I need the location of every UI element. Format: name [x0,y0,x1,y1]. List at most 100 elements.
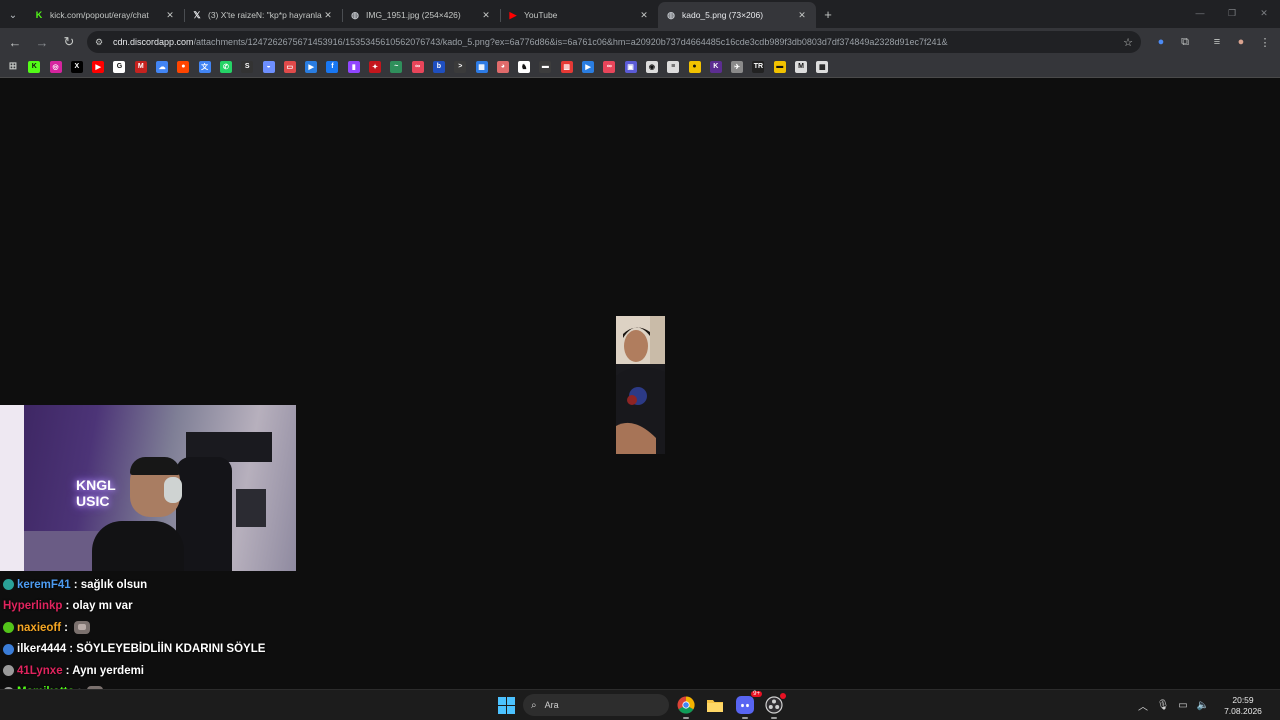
bookmark-bookmark-prompt-icon[interactable]: > [454,60,467,73]
bookmark-bookmark-red-icon[interactable]: ✦ [369,60,382,73]
photo-of-person [616,316,665,454]
taskbar-file-explorer-icon[interactable] [705,695,725,715]
chat-username[interactable]: ilker4444 [17,643,66,655]
bookmark-bookmark-b-icon[interactable]: b [432,60,445,73]
bookmark-bookmark-play-icon[interactable]: ▶ [305,60,318,73]
bookmark-google-icon[interactable]: G [113,60,126,73]
bookmark-bookmark-bird-icon[interactable]: ✈ [731,60,744,73]
extensions-puzzle-icon[interactable]: ⧉ [1173,36,1197,49]
bookmark-twitch-icon[interactable]: ▮ [347,60,360,73]
bookmark-instagram-icon[interactable]: ◎ [49,60,62,73]
menu-kebab-icon[interactable]: ⋮ [1253,36,1277,49]
bookmark-bookmark-swirl-icon[interactable]: ∞ [411,60,424,73]
tab-1[interactable]: 𝕏 (3) X'te raizeN: "kp*p hayranları ✕ [184,2,342,28]
bookmark-bookmark-img-icon[interactable]: ▣ [624,60,637,73]
chat-username[interactable]: Hyperlinkp [3,600,62,612]
media-control-icon[interactable]: ≡ [1205,36,1229,48]
tab-4[interactable]: ◍ kado_5.png (73×206) ✕ [658,2,816,28]
bookmark-gmail-icon[interactable]: M [134,60,147,73]
x-icon: 𝕏 [193,9,201,20]
bookmark-bookmark-chess-icon[interactable]: ♞ [518,60,531,73]
bookmark-bookmark-play2-icon[interactable]: ▶ [582,60,595,73]
bookmark-star-icon[interactable]: ☆ [1123,36,1133,49]
bookmark-bookmark-chart-icon[interactable]: ▦ [475,60,488,73]
taskbar-obs-icon[interactable] [764,693,786,719]
bookmark-bookmark-arc-icon[interactable]: ◒ [262,60,275,73]
profile-avatar[interactable]: ● [1229,36,1253,48]
volume-icon[interactable]: 🔈 [1194,700,1212,711]
bookmark-bookmark-circle-icon[interactable]: ◉ [645,60,658,73]
globe-icon: ◍ [667,9,675,20]
bookmark-bookmark-grid-icon[interactable]: ▦ [816,60,829,73]
window-controls: — ❐ ✕ [1184,0,1280,26]
bookmark-whatsapp-icon[interactable]: ✆ [219,60,232,73]
microphone-icon[interactable]: 🎙 [1154,700,1172,711]
bookmark-kick-icon[interactable]: K [28,60,41,73]
obs-recording-dot [780,693,786,699]
tab-search-chevron-icon[interactable]: ⌄ [0,2,26,28]
new-tab-button[interactable]: + [816,2,840,28]
start-windows-icon[interactable] [498,697,515,714]
webcam-door [0,405,24,571]
taskbar-chrome-icon[interactable] [676,695,696,719]
bookmark-bookmark-bars-icon[interactable]: ▥ [560,60,573,73]
bookmark-reddit-icon[interactable]: ● [177,60,190,73]
bookmark-bookmark-brain-icon[interactable]: ◕ [496,60,509,73]
bookmark-bookmark-stack-icon[interactable]: ≡ [667,60,680,73]
tab-close-icon[interactable]: ✕ [322,10,334,21]
bookmark-translate-icon[interactable]: 文 [198,60,211,73]
bookmark-bookmark-k-icon[interactable]: K [709,60,722,73]
bookmark-bookmark-leaf-icon[interactable]: ~ [390,60,403,73]
bookmark-youtube-icon[interactable]: ▶ [92,60,105,73]
tab-close-icon[interactable]: ✕ [638,10,650,21]
tab-close-icon[interactable]: ✕ [796,10,808,21]
chat-username[interactable]: keremF41 [17,579,71,591]
youtube-icon: ▶ [509,9,517,20]
chat-text: : olay mı var [65,600,133,613]
bookmark-x-icon[interactable]: X [70,60,83,73]
tab-3[interactable]: ▶ YouTube ✕ [500,2,658,28]
tab-title: (3) X'te raizeN: "kp*p hayranları [208,10,322,20]
taskbar-search-placeholder: Ara [544,700,559,710]
back-arrow-icon[interactable]: ← [3,30,27,54]
streamer-webcam: KNGL USIC [0,405,296,571]
forward-arrow-icon[interactable]: → [30,30,54,54]
tab-close-icon[interactable]: ✕ [480,10,492,21]
discord-running-indicator [742,717,748,719]
minimize-icon[interactable]: — [1184,0,1216,26]
viewed-image[interactable] [616,316,665,454]
bookmark-cloud-icon[interactable]: ☁ [156,60,169,73]
close-window-icon[interactable]: ✕ [1248,0,1280,26]
bookmark-bookmark-gg-icon[interactable]: ▬ [539,60,552,73]
chat-username[interactable]: 41Lynxe [17,665,63,677]
chat-username[interactable]: naxieoff [17,622,61,634]
tab-0[interactable]: Kkick.com/popout/eray/chat ✕ [26,2,184,28]
tray-chevron-up-icon[interactable]: ︿ [1134,698,1152,713]
apps-grid-icon[interactable]: ⊞ [7,61,19,73]
tab-close-icon[interactable]: ✕ [164,10,176,21]
bookmark-bookmark-swirl2-icon[interactable]: ∞ [603,60,616,73]
bookmark-bookmark-s-icon[interactable]: S [241,60,254,73]
network-icon[interactable]: ▭ [1174,700,1192,711]
chat-badge-icon [3,665,14,677]
clock-date: 7.08.2026 [1224,705,1262,716]
taskbar-search[interactable]: ⌕ Ara [523,694,669,716]
address-bar[interactable]: ⚙ cdn.discordapp.com /attachments/124726… [87,31,1141,53]
bookmark-bookmark-yellow-icon[interactable]: ● [688,60,701,73]
bookmark-bookmark-folder-icon[interactable]: ▬ [773,60,786,73]
extension-shield-icon[interactable]: ● [1149,36,1173,48]
bookmark-bookmark-m-icon[interactable]: M [794,60,807,73]
taskbar-clock[interactable]: 20:59 7.08.2026 [1218,695,1268,717]
taskbar-discord-icon[interactable]: 9+ [735,691,762,719]
site-settings-icon[interactable]: ⚙ [95,37,107,48]
chat-message: 41Lynxe: Aynı yerdemi [3,660,423,682]
bookmark-bookmark-tr-icon[interactable]: TR [752,60,765,73]
globe-icon: ◍ [351,9,359,20]
bookmark-facebook-icon[interactable]: f [326,60,339,73]
url-host: cdn.discordapp.com [113,37,194,47]
restore-icon[interactable]: ❐ [1216,0,1248,26]
bookmark-bookmark-box-icon[interactable]: ▭ [283,60,296,73]
url-path: /attachments/1247262675671453916/1535345… [193,37,948,47]
reload-icon[interactable]: ↻ [57,30,81,54]
tab-2[interactable]: ◍ IMG_1951.jpg (254×426) ✕ [342,2,500,28]
